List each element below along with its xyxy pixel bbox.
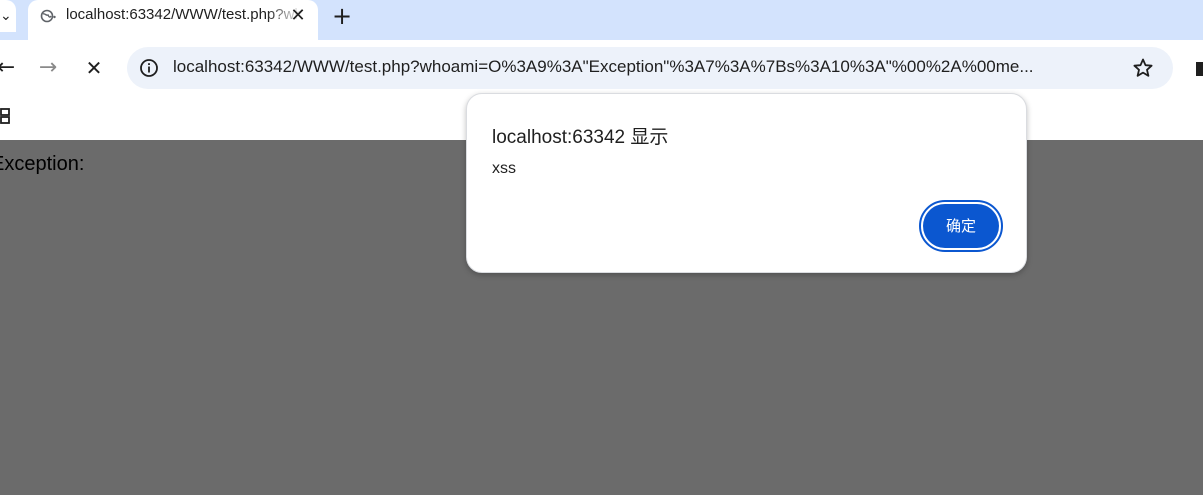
tab-active[interactable]: localhost:63342/WWW/test.php?whoami=O ✕ <box>28 0 318 40</box>
ok-button[interactable]: 确定 <box>919 200 1003 252</box>
chevron-down-icon: ⌄ <box>0 8 12 24</box>
extension-icon[interactable] <box>1196 62 1203 76</box>
close-icon[interactable]: ✕ <box>286 4 310 28</box>
address-bar[interactable]: localhost:63342/WWW/test.php?whoami=O%3A… <box>127 47 1173 89</box>
apps-grid-icon[interactable] <box>0 106 12 126</box>
info-icon[interactable] <box>139 58 159 78</box>
tab-search-button[interactable]: ⌄ <box>0 0 16 32</box>
dialog-title: localhost:63342 显示 <box>492 127 669 148</box>
browser-toolbar: ← → ✕ localhost:63342/WWW/test.php?whoam… <box>0 40 1203 96</box>
tab-strip: ⌄ localhost:63342/WWW/test.php?whoami=O … <box>0 0 1203 40</box>
back-arrow-icon[interactable]: ← <box>0 52 22 84</box>
dialog-message: xss <box>492 160 516 177</box>
ok-button-label: 确定 <box>923 204 999 248</box>
alert-dialog: localhost:63342 显示 xss 确定 <box>466 93 1027 273</box>
globe-loading-icon <box>40 9 56 23</box>
stop-loading-icon[interactable]: ✕ <box>78 52 110 84</box>
forward-arrow-icon[interactable]: → <box>32 52 64 84</box>
tab-title: localhost:63342/WWW/test.php?whoami=O <box>66 6 302 23</box>
page-text: Exception: <box>0 153 85 175</box>
star-icon[interactable] <box>1131 56 1155 80</box>
url-text[interactable]: localhost:63342/WWW/test.php?whoami=O%3A… <box>173 57 1123 79</box>
new-tab-button[interactable]: + <box>328 3 356 31</box>
